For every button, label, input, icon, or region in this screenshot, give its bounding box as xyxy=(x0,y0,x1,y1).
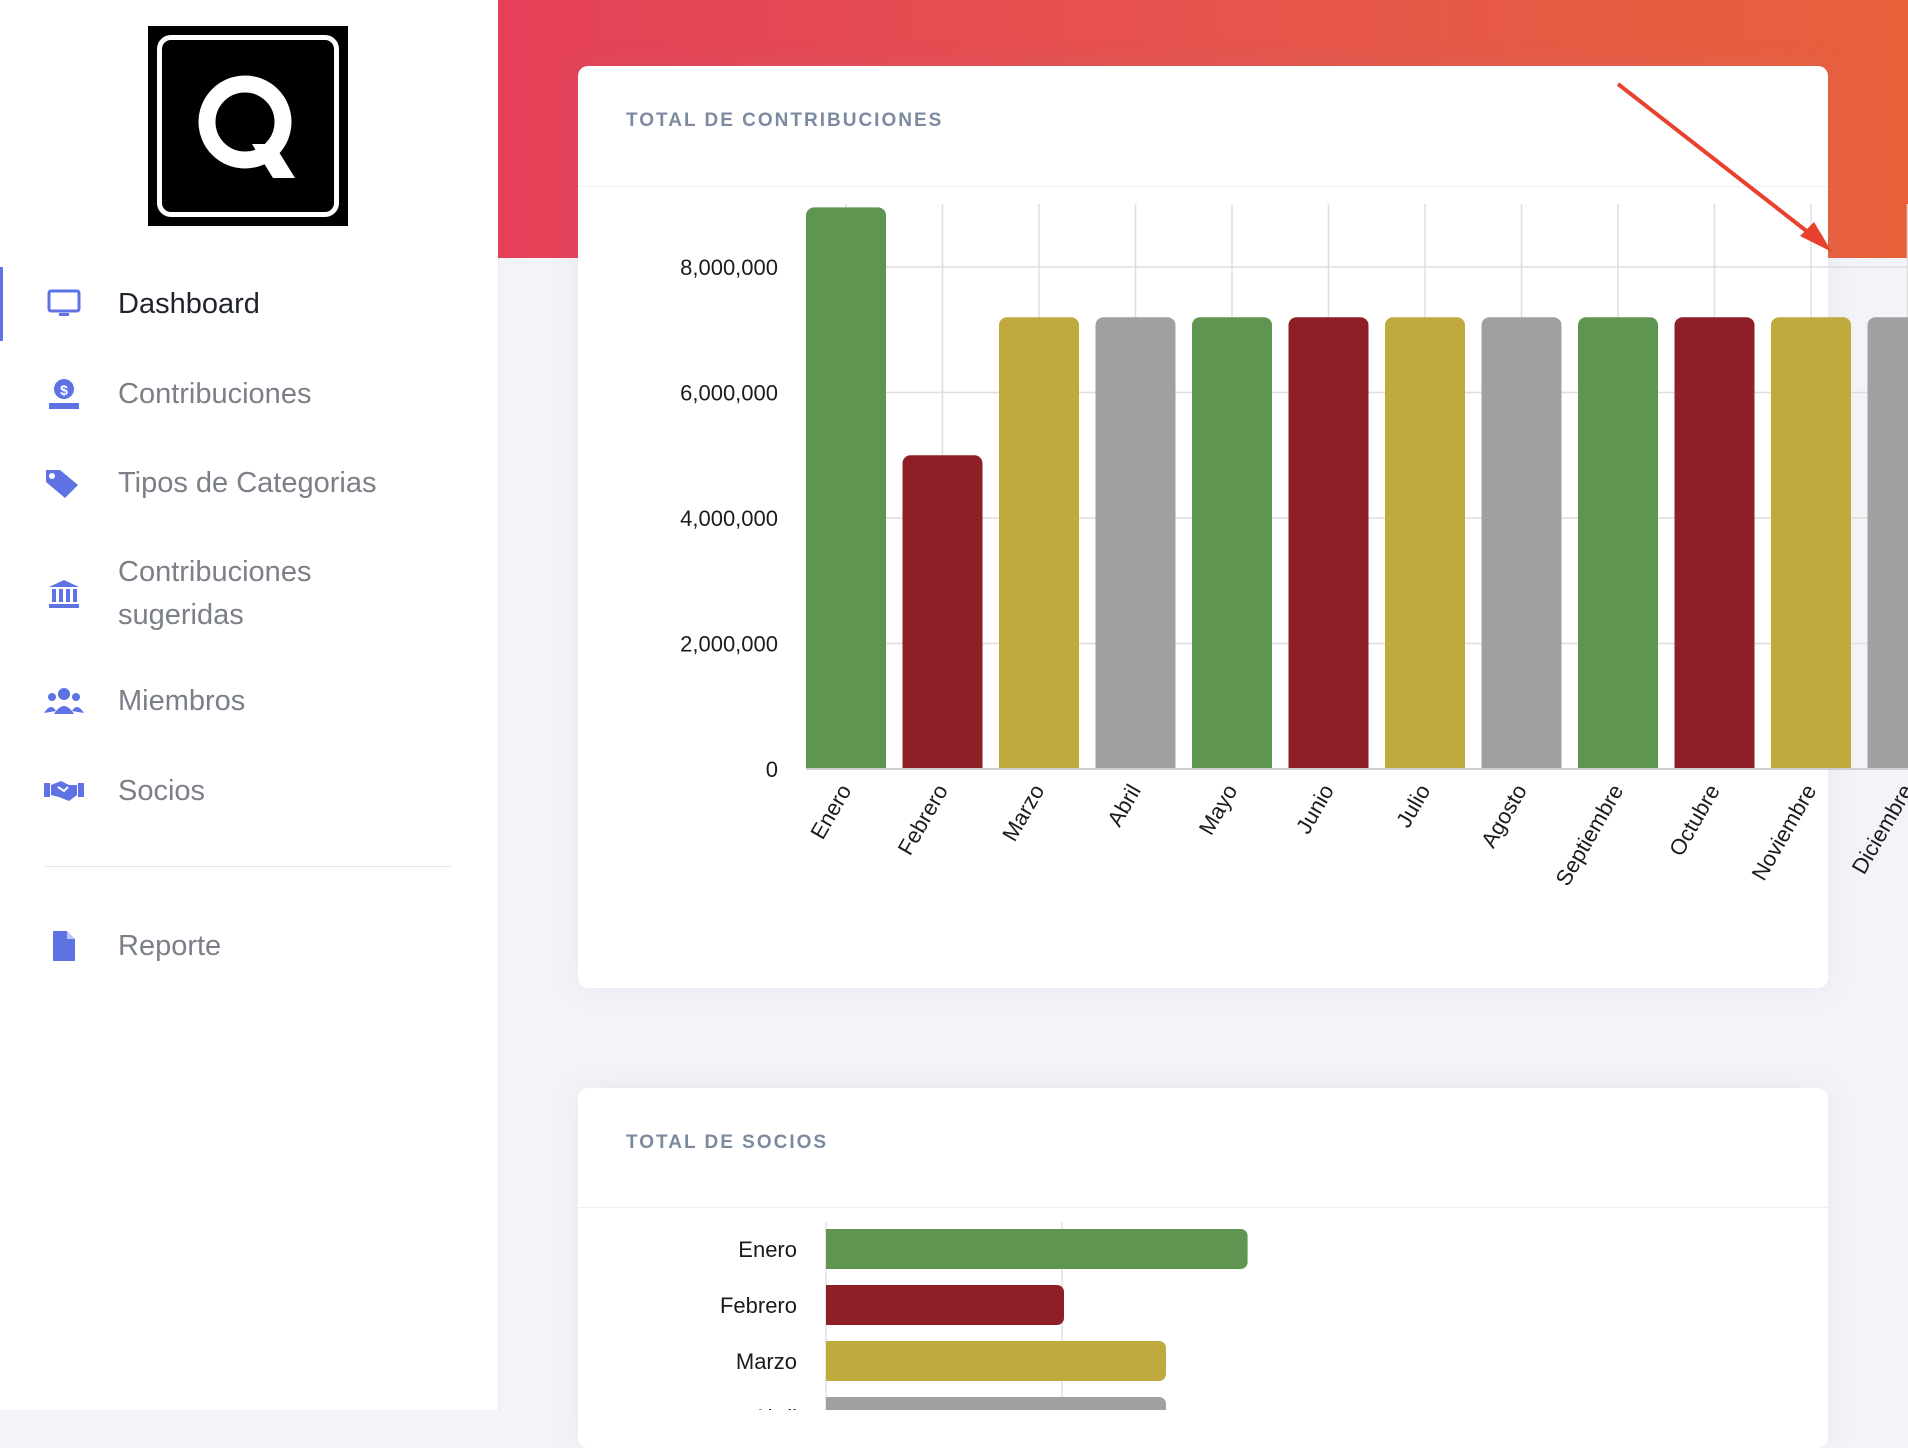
sidebar: Dashboard $ Contribuciones Tipos de Categor… xyxy=(0,0,499,1410)
bar-base xyxy=(903,759,983,769)
sidebar-item-socios[interactable]: Socios xyxy=(0,754,498,828)
donate-icon: $ xyxy=(44,376,84,412)
bar-octubre[interactable] xyxy=(1675,317,1755,769)
bar-base xyxy=(1868,759,1908,769)
sidebar-item-contribuciones-sugeridas[interactable]: Contribuciones sugeridas xyxy=(0,546,498,642)
bar-base xyxy=(1096,759,1176,769)
bar-base xyxy=(1192,759,1272,769)
sidebar-item-label: Miembros xyxy=(118,680,245,723)
hbar-base xyxy=(826,1341,836,1381)
bar-base xyxy=(1289,759,1369,769)
hbar-enero[interactable] xyxy=(826,1229,1248,1269)
sidebar-item-label: Contribuciones sugeridas xyxy=(118,551,311,637)
bar-base xyxy=(806,759,886,769)
card-title: TOTAL DE CONTRIBUCIONES xyxy=(626,110,943,132)
card-header: TOTAL DE SOCIOS xyxy=(578,1088,1828,1208)
hbar-abril[interactable] xyxy=(826,1397,1166,1410)
sidebar-divider xyxy=(45,866,451,867)
y-category-label: Febrero xyxy=(720,1293,797,1318)
bar-febrero[interactable] xyxy=(903,455,983,769)
sidebar-item-label: Socios xyxy=(118,770,205,813)
hbar-base xyxy=(826,1285,836,1325)
y-category-label: Marzo xyxy=(736,1349,797,1374)
sidebar-item-dashboard[interactable]: Dashboard xyxy=(0,267,498,341)
y-tick-label: 4,000,000 xyxy=(680,506,778,531)
sidebar-item-label: Dashboard xyxy=(118,283,260,326)
sidebar-item-tipos-de-categorias[interactable]: Tipos de Categorias xyxy=(0,446,498,520)
card-header: TOTAL DE CONTRIBUCIONES xyxy=(578,66,1828,187)
sidebar-item-label: Tipos de Categorias xyxy=(118,462,376,505)
users-icon xyxy=(44,683,84,719)
bar-julio[interactable] xyxy=(1385,317,1465,769)
sidebar-item-reporte[interactable]: Reporte xyxy=(0,909,498,983)
hbar-marzo[interactable] xyxy=(826,1341,1166,1381)
sidebar-item-label: Contribuciones xyxy=(118,373,311,416)
hbar-base xyxy=(826,1397,836,1410)
bar-base xyxy=(999,759,1079,769)
bar-septiembre[interactable] xyxy=(1578,317,1658,769)
y-tick-label: 2,000,000 xyxy=(680,632,778,657)
bar-abril[interactable] xyxy=(1096,317,1176,769)
logo-q-icon xyxy=(148,26,348,226)
bar-base xyxy=(1482,759,1562,769)
card-title: TOTAL DE SOCIOS xyxy=(626,1132,828,1154)
hbar-base xyxy=(826,1229,836,1269)
sidebar-item-miembros[interactable]: Miembros xyxy=(0,664,498,738)
x-tick-label: Diciembre xyxy=(1847,780,1908,878)
handshake-icon xyxy=(44,773,84,809)
bar-base xyxy=(1675,759,1755,769)
y-tick-label: 8,000,000 xyxy=(680,255,778,280)
hbar-febrero[interactable] xyxy=(826,1285,1064,1325)
monitor-icon xyxy=(44,286,84,322)
bar-marzo[interactable] xyxy=(999,317,1079,769)
bar-noviembre[interactable] xyxy=(1771,317,1851,769)
bar-enero[interactable] xyxy=(806,207,886,769)
bar-mayo[interactable] xyxy=(1192,317,1272,769)
y-category-label: Abril xyxy=(753,1405,797,1410)
bar-diciembre[interactable] xyxy=(1868,317,1908,769)
y-category-label: Enero xyxy=(738,1237,797,1262)
bar-agosto[interactable] xyxy=(1482,317,1562,769)
y-tick-label: 0 xyxy=(766,757,778,782)
tags-icon xyxy=(44,465,84,501)
brand-logo[interactable] xyxy=(148,26,348,226)
svg-text:$: $ xyxy=(60,382,68,398)
y-tick-label: 6,000,000 xyxy=(680,381,778,406)
bar-base xyxy=(1771,759,1851,769)
bar-base xyxy=(1385,759,1465,769)
sidebar-item-contribuciones[interactable]: $ Contribuciones xyxy=(0,357,498,431)
bar-base xyxy=(1578,759,1658,769)
bar-junio[interactable] xyxy=(1289,317,1369,769)
bank-icon xyxy=(44,576,84,612)
file-icon xyxy=(44,928,84,964)
sidebar-item-label: Reporte xyxy=(118,925,221,968)
